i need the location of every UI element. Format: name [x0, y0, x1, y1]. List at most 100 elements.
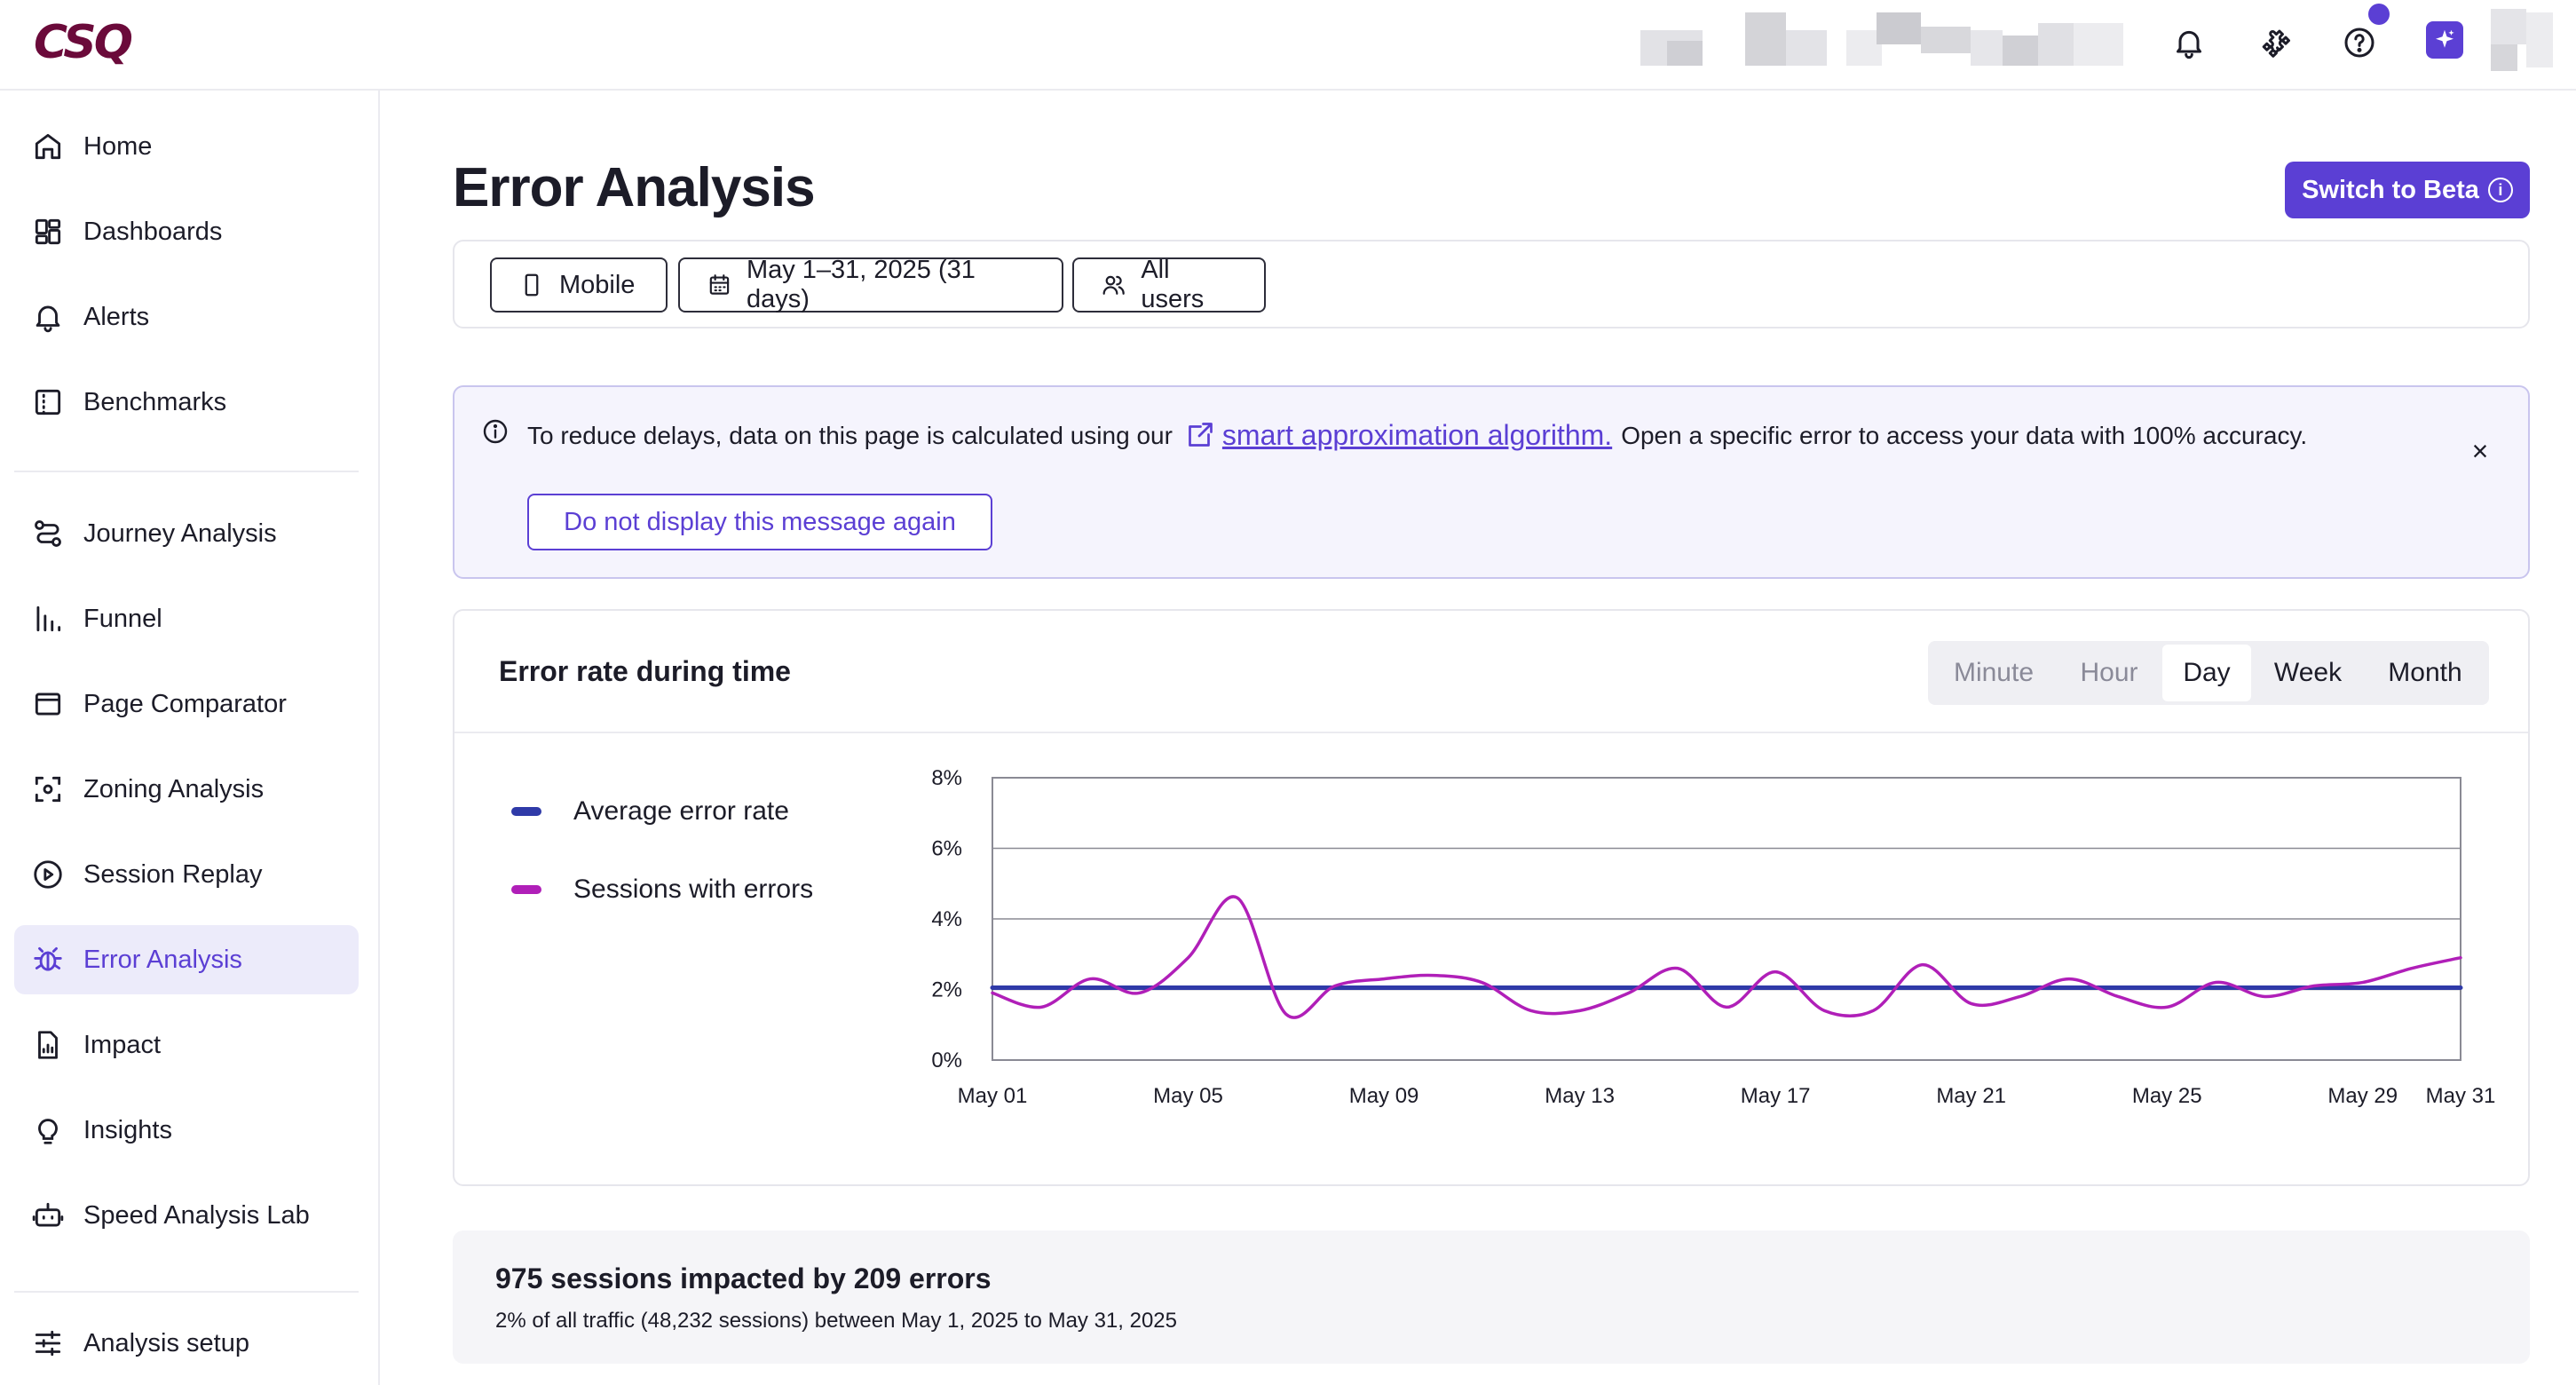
approximation-notice: To reduce delays, data on this page is c… [453, 385, 2530, 579]
home-icon [30, 129, 66, 164]
users-icon [1102, 275, 1125, 295]
notice-text: To reduce delays, data on this page is c… [527, 419, 2307, 452]
puzzle-icon[interactable] [2251, 20, 2297, 66]
pixelated-account-area [1745, 12, 1786, 66]
page-title: Error Analysis [453, 157, 816, 218]
calendar-icon [709, 274, 730, 295]
zoning-icon [30, 772, 66, 807]
close-icon[interactable]: × [2461, 431, 2500, 471]
benchmark-icon [30, 384, 66, 420]
date-range-label: May 1–31, 2025 (31 days) [746, 256, 976, 313]
granularity-day[interactable]: Day [2162, 645, 2251, 701]
x-tick-label: May 25 [2132, 1084, 2202, 1108]
info-icon: i [2487, 178, 2513, 202]
pixelated-account-area [1667, 41, 1703, 66]
sparkle-icon[interactable] [2426, 21, 2463, 59]
legend-label: Sessions with errors [573, 875, 814, 904]
sidebar-item-label: Zoning Analysis [83, 774, 265, 803]
notice-text-before: To reduce delays, data on this page is c… [527, 421, 1173, 449]
switch-to-beta-button[interactable]: Switch to Beta i [2285, 162, 2530, 218]
sidebar-item-page-comparator[interactable]: Page Comparator [14, 669, 359, 739]
y-tick-label: 4% [931, 907, 962, 931]
granularity-hour: Hour [2080, 658, 2138, 687]
info-icon [483, 419, 508, 444]
switch-to-beta-label: Switch to Beta [2302, 175, 2479, 204]
avatar[interactable] [2491, 9, 2526, 44]
x-tick-label: May 29 [2327, 1084, 2398, 1108]
bug-icon [30, 942, 66, 977]
pixelated-account-area [1921, 27, 1971, 53]
legend-item-average-error-rate[interactable]: Average error rate [511, 792, 813, 831]
chart-header: Error rate during time Minute Hour Day W… [454, 611, 2528, 733]
x-tick-label: May 17 [1741, 1084, 1811, 1108]
dashboard-icon [30, 214, 66, 249]
summary-subtitle: 2% of all traffic (48,232 sessions) betw… [495, 1309, 1177, 1333]
x-tick-label: May 13 [1545, 1084, 1615, 1108]
notice-text-after: Open a specific error to access your dat… [1621, 421, 2308, 449]
sidebar-item-benchmarks[interactable]: Benchmarks [14, 368, 359, 437]
device-filter-label: Mobile [559, 270, 636, 299]
granularity-selector: Minute Hour Day Week Month [1928, 641, 2489, 705]
sidebar-item-session-replay[interactable]: Session Replay [14, 840, 359, 909]
page-comparator-icon [30, 686, 66, 722]
dismiss-notice-button[interactable]: Do not display this message again [527, 494, 992, 550]
sidebar-item-alerts[interactable]: Alerts [14, 282, 359, 352]
top-bar: CSQ [0, 0, 2576, 91]
chart-legend: Average error rate Sessions with errors [511, 792, 813, 948]
pixelated-account-area [2003, 36, 2038, 66]
sidebar-item-label: Dashboards [83, 217, 223, 246]
sidebar-item-home[interactable]: Home [14, 112, 359, 181]
legend-item-sessions-with-errors[interactable]: Sessions with errors [511, 870, 813, 909]
sidebar: Home Dashboards Alerts Benchmarks Journe… [0, 91, 380, 1385]
sidebar-item-insights[interactable]: Insights [14, 1096, 359, 1165]
date-range-button[interactable]: May 1–31, 2025 (31 days) [678, 256, 1063, 313]
legend-label: Average error rate [573, 796, 789, 826]
filter-bar: Mobile May 1–31, 2025 (31 days) All user… [453, 240, 2530, 328]
impact-icon [30, 1027, 66, 1063]
pixelated-account-area [1877, 12, 1921, 44]
granularity-month[interactable]: Month [2365, 645, 2485, 701]
logo[interactable]: CSQ [34, 16, 133, 69]
sidebar-item-label: Error Analysis [83, 945, 242, 974]
avatar [2526, 12, 2553, 67]
error-rate-chart-card: Error rate during time Minute Hour Day W… [453, 609, 2530, 1186]
sidebar-item-zoning-analysis[interactable]: Zoning Analysis [14, 755, 359, 824]
lightbulb-icon [30, 1112, 66, 1148]
journey-icon [30, 516, 66, 551]
device-filter-button[interactable]: Mobile [490, 257, 668, 313]
granularity-minute: Minute [1953, 658, 2035, 687]
sidebar-item-label: Benchmarks [83, 387, 227, 416]
error-rate-line-chart: 0% 2% 4% 6% 8% May 01 May 05 May 09 May 13 May 17… [931, 766, 2495, 1108]
pixelated-account-area [1786, 30, 1827, 66]
sidebar-divider [14, 1291, 359, 1293]
funnel-icon [30, 601, 66, 637]
sidebar-item-error-analysis[interactable]: Error Analysis [14, 925, 359, 994]
x-tick-label: May 05 [1153, 1084, 1223, 1108]
x-tick-label: May 21 [1936, 1084, 2006, 1108]
mobile-icon [525, 273, 539, 297]
series-line-sessions-with-errors [991, 895, 2462, 1019]
sidebar-item-impact[interactable]: Impact [14, 1010, 359, 1080]
sidebar-item-label: Journey Analysis [83, 518, 277, 548]
bell-icon[interactable] [2166, 20, 2212, 66]
errors-summary: 975 sessions impacted by 209 errors 2% o… [453, 1231, 2530, 1364]
sidebar-item-speed-analysis-lab[interactable]: Speed Analysis Lab [14, 1181, 359, 1250]
legend-swatch [511, 807, 541, 816]
pixelated-account-area [1971, 30, 2003, 66]
granularity-week[interactable]: Week [2251, 645, 2365, 701]
external-link-icon [1189, 422, 1213, 447]
sidebar-item-analysis-setup[interactable]: Analysis setup [14, 1309, 359, 1378]
sidebar-item-dashboards[interactable]: Dashboards [14, 197, 359, 266]
smart-approximation-link[interactable]: smart approximation algorithm. [1222, 419, 1612, 452]
sidebar-item-funnel[interactable]: Funnel [14, 584, 359, 653]
sidebar-item-journey-analysis[interactable]: Journey Analysis [14, 499, 359, 568]
y-tick-label: 2% [931, 978, 962, 1002]
legend-swatch [511, 885, 541, 894]
sidebar-item-label: Funnel [83, 604, 162, 633]
bell-icon [30, 299, 66, 335]
segment-filter-label: All users [1141, 256, 1205, 313]
segment-filter-button[interactable]: All users [1072, 256, 1266, 313]
help-icon[interactable] [2336, 20, 2382, 66]
y-tick-label: 6% [931, 837, 962, 861]
summary-title: 975 sessions impacted by 209 errors [495, 1262, 992, 1294]
